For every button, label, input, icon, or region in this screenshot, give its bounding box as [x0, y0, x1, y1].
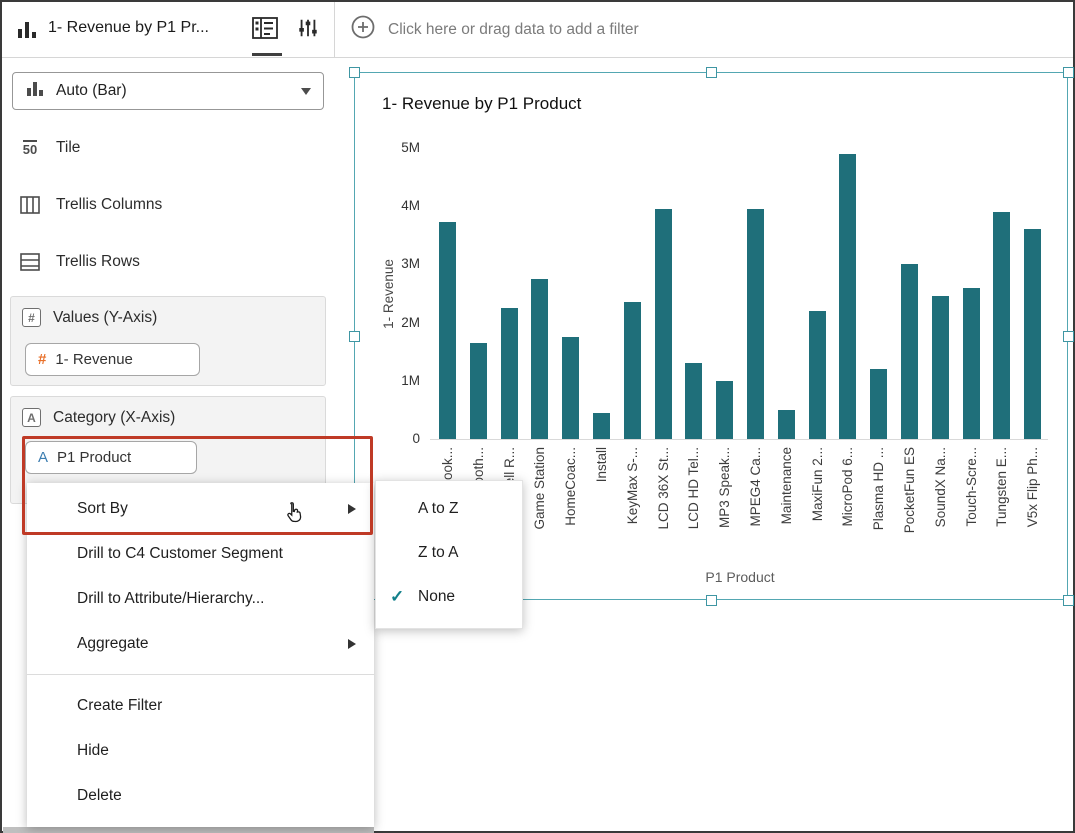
drill-segment-label: Drill to C4 Customer Segment	[77, 545, 283, 563]
menu-item-delete[interactable]: Delete	[27, 773, 374, 818]
selection-handle-bottom-center[interactable]	[706, 595, 717, 606]
drill-attribute-label: Drill to Attribute/Hierarchy...	[77, 590, 265, 608]
selection-handle-mid-right[interactable]	[1063, 331, 1074, 342]
menu-item-aggregate[interactable]: Aggregate	[27, 621, 374, 666]
submenu-item-none[interactable]: ✓ None	[376, 575, 522, 619]
menu-item-drill-segment[interactable]: Drill to C4 Customer Segment	[27, 531, 374, 576]
sort-submenu: A to Z Z to A ✓ None	[375, 480, 523, 629]
selection-handle-top-right[interactable]	[1063, 67, 1074, 78]
hide-label: Hide	[77, 742, 109, 760]
selection-handle-bottom-right[interactable]	[1063, 595, 1074, 606]
selection-handle-top-left[interactable]	[349, 67, 360, 78]
context-menu: Sort By Drill to C4 Customer Segment Dri…	[27, 483, 374, 827]
menu-item-create-filter[interactable]: Create Filter	[27, 683, 374, 728]
submenu-arrow-icon	[348, 639, 356, 649]
sort-by-label: Sort By	[77, 500, 128, 518]
menu-item-drill-attribute[interactable]: Drill to Attribute/Hierarchy...	[27, 576, 374, 621]
checkmark-icon: ✓	[390, 587, 404, 607]
aggregate-label: Aggregate	[77, 635, 149, 653]
menu-separator	[27, 674, 374, 675]
menu-item-hide[interactable]: Hide	[27, 728, 374, 773]
create-filter-label: Create Filter	[77, 697, 162, 715]
submenu-arrow-icon	[348, 504, 356, 514]
a-to-z-label: A to Z	[418, 500, 459, 518]
z-to-a-label: Z to A	[418, 544, 459, 562]
selection-handle-mid-left[interactable]	[349, 331, 360, 342]
delete-label: Delete	[77, 787, 122, 805]
submenu-item-a-to-z[interactable]: A to Z	[376, 487, 522, 531]
none-label: None	[418, 588, 455, 606]
horizontal-scrollbar[interactable]	[3, 827, 374, 833]
menu-item-sort-by[interactable]: Sort By	[27, 486, 374, 531]
submenu-item-z-to-a[interactable]: Z to A	[376, 531, 522, 575]
selection-handle-top-center[interactable]	[706, 67, 717, 78]
